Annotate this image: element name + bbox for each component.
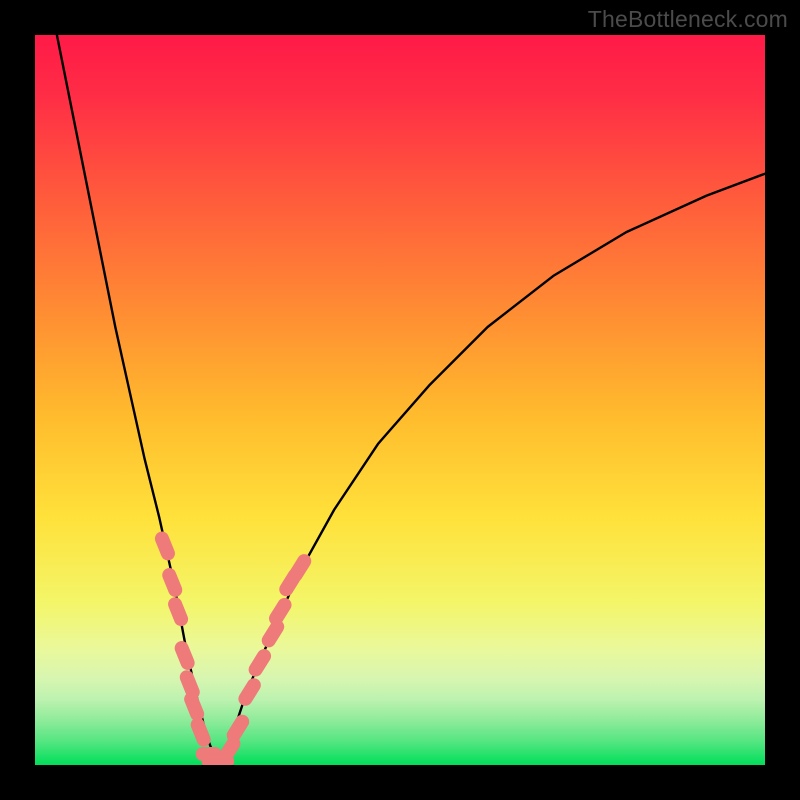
gradient-background xyxy=(35,35,765,765)
chart-svg xyxy=(35,35,765,765)
watermark-text: TheBottleneck.com xyxy=(588,6,788,33)
plot-area xyxy=(35,35,765,765)
chart-frame: TheBottleneck.com xyxy=(0,0,800,800)
